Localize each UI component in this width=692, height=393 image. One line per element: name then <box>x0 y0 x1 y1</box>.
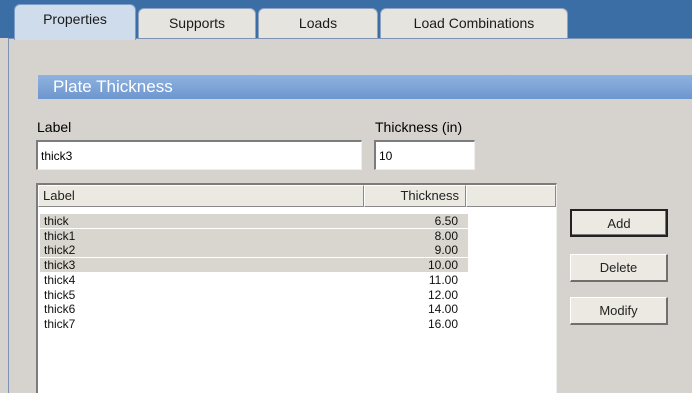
column-header-empty <box>466 185 556 207</box>
row-thickness-cell: 6.50 <box>434 214 458 228</box>
row-label-cell: thick7 <box>44 316 76 331</box>
label-input[interactable] <box>36 140 362 170</box>
tab-load-combinations[interactable]: Load Combinations <box>380 8 568 40</box>
row-thickness-cell: 8.00 <box>434 228 458 243</box>
thickness-input[interactable] <box>374 140 475 170</box>
table-row[interactable]: thick5 12.00 <box>40 288 468 302</box>
tab-strip: Properties Supports Loads Load Combinati… <box>0 0 692 40</box>
row-thickness-cell: 14.00 <box>427 302 458 317</box>
tab-loads[interactable]: Loads <box>258 8 378 40</box>
row-thickness-cell: 10.00 <box>427 258 458 273</box>
row-label-cell: thick3 <box>44 258 76 273</box>
row-label-cell: thick <box>44 214 69 228</box>
tab-properties[interactable]: Properties <box>14 4 136 40</box>
row-label-cell: thick1 <box>44 228 76 243</box>
column-header-label[interactable]: Label <box>38 185 364 207</box>
row-thickness-cell: 9.00 <box>434 243 458 258</box>
table-row[interactable]: thick1 8.00 <box>40 228 468 243</box>
table-row[interactable]: thick3 10.00 <box>40 258 468 273</box>
table-row[interactable]: thick6 14.00 <box>40 302 468 316</box>
row-label-cell: thick4 <box>44 272 76 287</box>
column-header-thickness[interactable]: Thickness <box>364 185 466 207</box>
row-label-cell: thick5 <box>44 287 76 302</box>
row-thickness-cell: 16.00 <box>427 316 458 331</box>
table-row[interactable]: thick2 9.00 <box>40 243 468 258</box>
modify-button[interactable]: Modify <box>570 297 668 325</box>
row-thickness-cell: 12.00 <box>427 287 458 302</box>
thickness-list[interactable]: Label Thickness thick 6.50 thick1 8.00 thick… <box>36 183 557 393</box>
section-title: Plate Thickness <box>38 75 692 99</box>
label-caption: Label <box>37 119 72 135</box>
add-button[interactable]: Add <box>570 209 668 237</box>
tab-supports[interactable]: Supports <box>138 8 256 40</box>
table-row[interactable]: thick4 11.00 <box>40 273 468 287</box>
delete-button[interactable]: Delete <box>570 254 668 282</box>
row-thickness-cell: 11.00 <box>428 272 458 287</box>
row-label-cell: thick6 <box>44 302 76 317</box>
thickness-caption: Thickness (in) <box>375 119 463 135</box>
row-label-cell: thick2 <box>44 243 76 258</box>
table-row[interactable]: thick7 16.00 <box>40 317 468 331</box>
table-row[interactable]: thick 6.50 <box>40 214 468 228</box>
